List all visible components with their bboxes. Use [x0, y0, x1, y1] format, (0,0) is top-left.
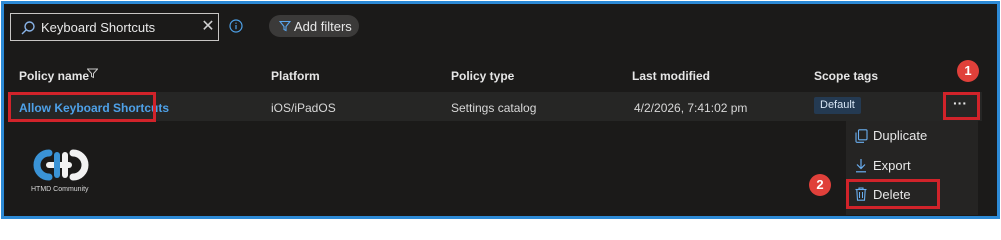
column-filter-icon[interactable] — [87, 68, 98, 79]
sort-descending-icon[interactable]: ↓ — [705, 67, 711, 81]
column-header-platform[interactable]: Platform — [271, 69, 320, 83]
scope-tag-badge: Default — [814, 97, 861, 114]
menu-item-duplicate[interactable]: Duplicate — [873, 128, 927, 143]
highlight-policy-name — [8, 92, 156, 122]
duplicate-icon — [855, 129, 868, 143]
search-value: Keyboard Shortcuts — [41, 20, 156, 35]
menu-item-export[interactable]: Export — [873, 158, 911, 173]
add-filters-label: Add filters — [294, 19, 352, 34]
column-header-last-modified[interactable]: Last modified — [632, 69, 710, 83]
highlight-more-button — [943, 92, 980, 120]
policy-type-cell: Settings catalog — [451, 101, 537, 115]
step-badge-1: 1 — [957, 60, 979, 82]
app-frame: Keyboard Shortcuts ✕ Add filters Policy … — [1, 1, 1000, 219]
platform-cell: iOS/iPadOS — [271, 101, 336, 115]
filter-icon — [279, 20, 291, 32]
htmd-logo-icon — [33, 149, 89, 181]
info-icon[interactable] — [229, 19, 243, 33]
column-header-scope-tags[interactable]: Scope tags — [814, 69, 878, 83]
close-icon[interactable]: ✕ — [199, 17, 217, 37]
column-header-policy-type[interactable]: Policy type — [451, 69, 514, 83]
column-header-policy-name[interactable]: Policy name — [19, 69, 89, 83]
step-badge-2: 2 — [809, 174, 831, 196]
highlight-delete-item — [846, 179, 940, 209]
search-icon — [21, 21, 35, 35]
download-icon — [856, 159, 866, 173]
add-filters-button[interactable]: Add filters — [269, 15, 359, 37]
logo-text: HTMD Community — [31, 186, 89, 193]
search-input[interactable]: Keyboard Shortcuts ✕ — [10, 13, 219, 41]
last-modified-cell: 4/2/2026, 7:41:02 pm — [634, 101, 748, 115]
